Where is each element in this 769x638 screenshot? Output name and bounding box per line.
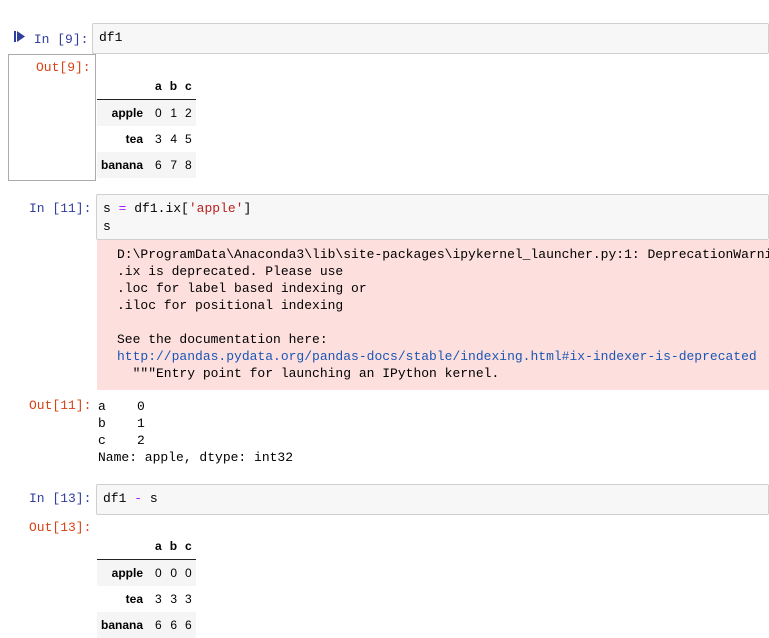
table-cell: 3 — [170, 592, 178, 606]
cell-11-code-input[interactable]: s = df1.ix['apple'] s — [96, 194, 769, 240]
code-operator: - — [134, 491, 143, 506]
row-index: apple — [111, 566, 144, 580]
row-index: apple — [111, 106, 144, 120]
code-expr: df1.ix[ — [134, 201, 189, 216]
row-index: banana — [101, 618, 144, 632]
documentation-link[interactable]: http://pandas.pydata.org/pandas-docs/sta… — [117, 349, 757, 364]
table-cell: 6 — [155, 618, 162, 632]
table-cell: 6 — [170, 618, 178, 632]
code-string: 'apple' — [188, 201, 244, 216]
index-header — [97, 533, 152, 560]
table-row: apple 0 0 0 — [97, 559, 196, 586]
table-header-row: a b c — [97, 533, 196, 560]
cell-13-out-prompt: Out[13]: — [29, 520, 92, 535]
table-cell: 0 — [185, 566, 192, 580]
table-cell: 7 — [170, 158, 178, 172]
table-cell: 8 — [185, 158, 192, 172]
table-row: tea 3 3 3 — [97, 586, 196, 612]
index-header — [97, 73, 152, 100]
table-cell: 3 — [155, 132, 162, 146]
table-cell: 5 — [185, 132, 192, 146]
cell-11-series-output: a 0 b 1 c 2 Name: apple, dtype: int32 — [98, 398, 293, 466]
row-index: tea — [125, 132, 144, 146]
stderr-line: D:\ProgramData\Anaconda3\lib\site-packag… — [117, 247, 769, 262]
table-header-row: a b c — [97, 73, 196, 100]
code-var: s — [103, 201, 111, 216]
code-var: s — [149, 491, 158, 506]
table-row: banana 6 6 6 — [97, 612, 196, 638]
cell-13-code-input[interactable]: df1 - s — [96, 484, 769, 515]
column-header: a — [151, 73, 166, 100]
in-prompt-label: In [9]: — [33, 32, 89, 47]
code-var: df1 — [103, 491, 127, 506]
table-row: tea 3 4 5 — [97, 126, 196, 152]
cell-9-in-prompt: In [9]: — [14, 30, 88, 47]
table-row: apple 0 1 2 — [97, 99, 196, 126]
code-line-2: s — [103, 219, 111, 234]
stderr-line: .ix is deprecated. Please use — [117, 264, 344, 279]
column-header: b — [165, 73, 182, 100]
column-header: c — [181, 533, 196, 560]
table-row: banana 6 7 8 — [97, 152, 196, 178]
table-cell: 4 — [170, 132, 178, 146]
row-index: banana — [101, 158, 144, 172]
table-cell: 3 — [185, 592, 192, 606]
output-line: Name: apple, dtype: int32 — [98, 450, 294, 465]
row-index: tea — [125, 592, 144, 606]
table-cell: 6 — [185, 618, 192, 632]
code-operator: = — [118, 201, 127, 216]
table-cell: 6 — [155, 158, 162, 172]
cell-11-out-prompt: Out[11]: — [29, 398, 92, 413]
table-cell: 1 — [170, 106, 178, 120]
table-cell: 0 — [170, 566, 178, 580]
cell-13-in-prompt: In [13]: — [29, 491, 92, 506]
stderr-line: See the documentation here: — [117, 332, 328, 347]
code-close: ] — [243, 201, 252, 216]
output-line: c 2 — [98, 433, 145, 448]
column-header: b — [165, 533, 182, 560]
column-header: a — [151, 533, 166, 560]
stderr-line: .loc for label based indexing or — [117, 281, 367, 296]
table-cell: 0 — [155, 566, 162, 580]
cell-11-stderr-output: D:\ProgramData\Anaconda3\lib\site-packag… — [97, 240, 769, 390]
cell-9-dataframe: a b c apple 0 1 2 tea 3 4 5 banana 6 7 8 — [97, 73, 196, 178]
cell-9-out-prompt: Out[9]: — [36, 60, 91, 75]
column-header: c — [181, 73, 196, 100]
output-line: b 1 — [98, 416, 145, 431]
stderr-line: """Entry point for launching an IPython … — [117, 366, 500, 381]
cell-9-code-input[interactable]: df1 — [92, 23, 769, 54]
code-text: df1 — [99, 30, 123, 45]
cell-11-in-prompt: In [11]: — [29, 201, 92, 216]
table-cell: 0 — [155, 106, 162, 120]
cell-13-dataframe: a b c apple 0 0 0 tea 3 3 3 banana 6 6 6 — [97, 533, 196, 638]
output-line: a 0 — [98, 399, 145, 414]
run-cell-icon[interactable] — [14, 30, 26, 43]
table-cell: 2 — [185, 106, 192, 120]
table-cell: 3 — [155, 592, 162, 606]
stderr-line: .iloc for positional indexing — [117, 298, 344, 313]
